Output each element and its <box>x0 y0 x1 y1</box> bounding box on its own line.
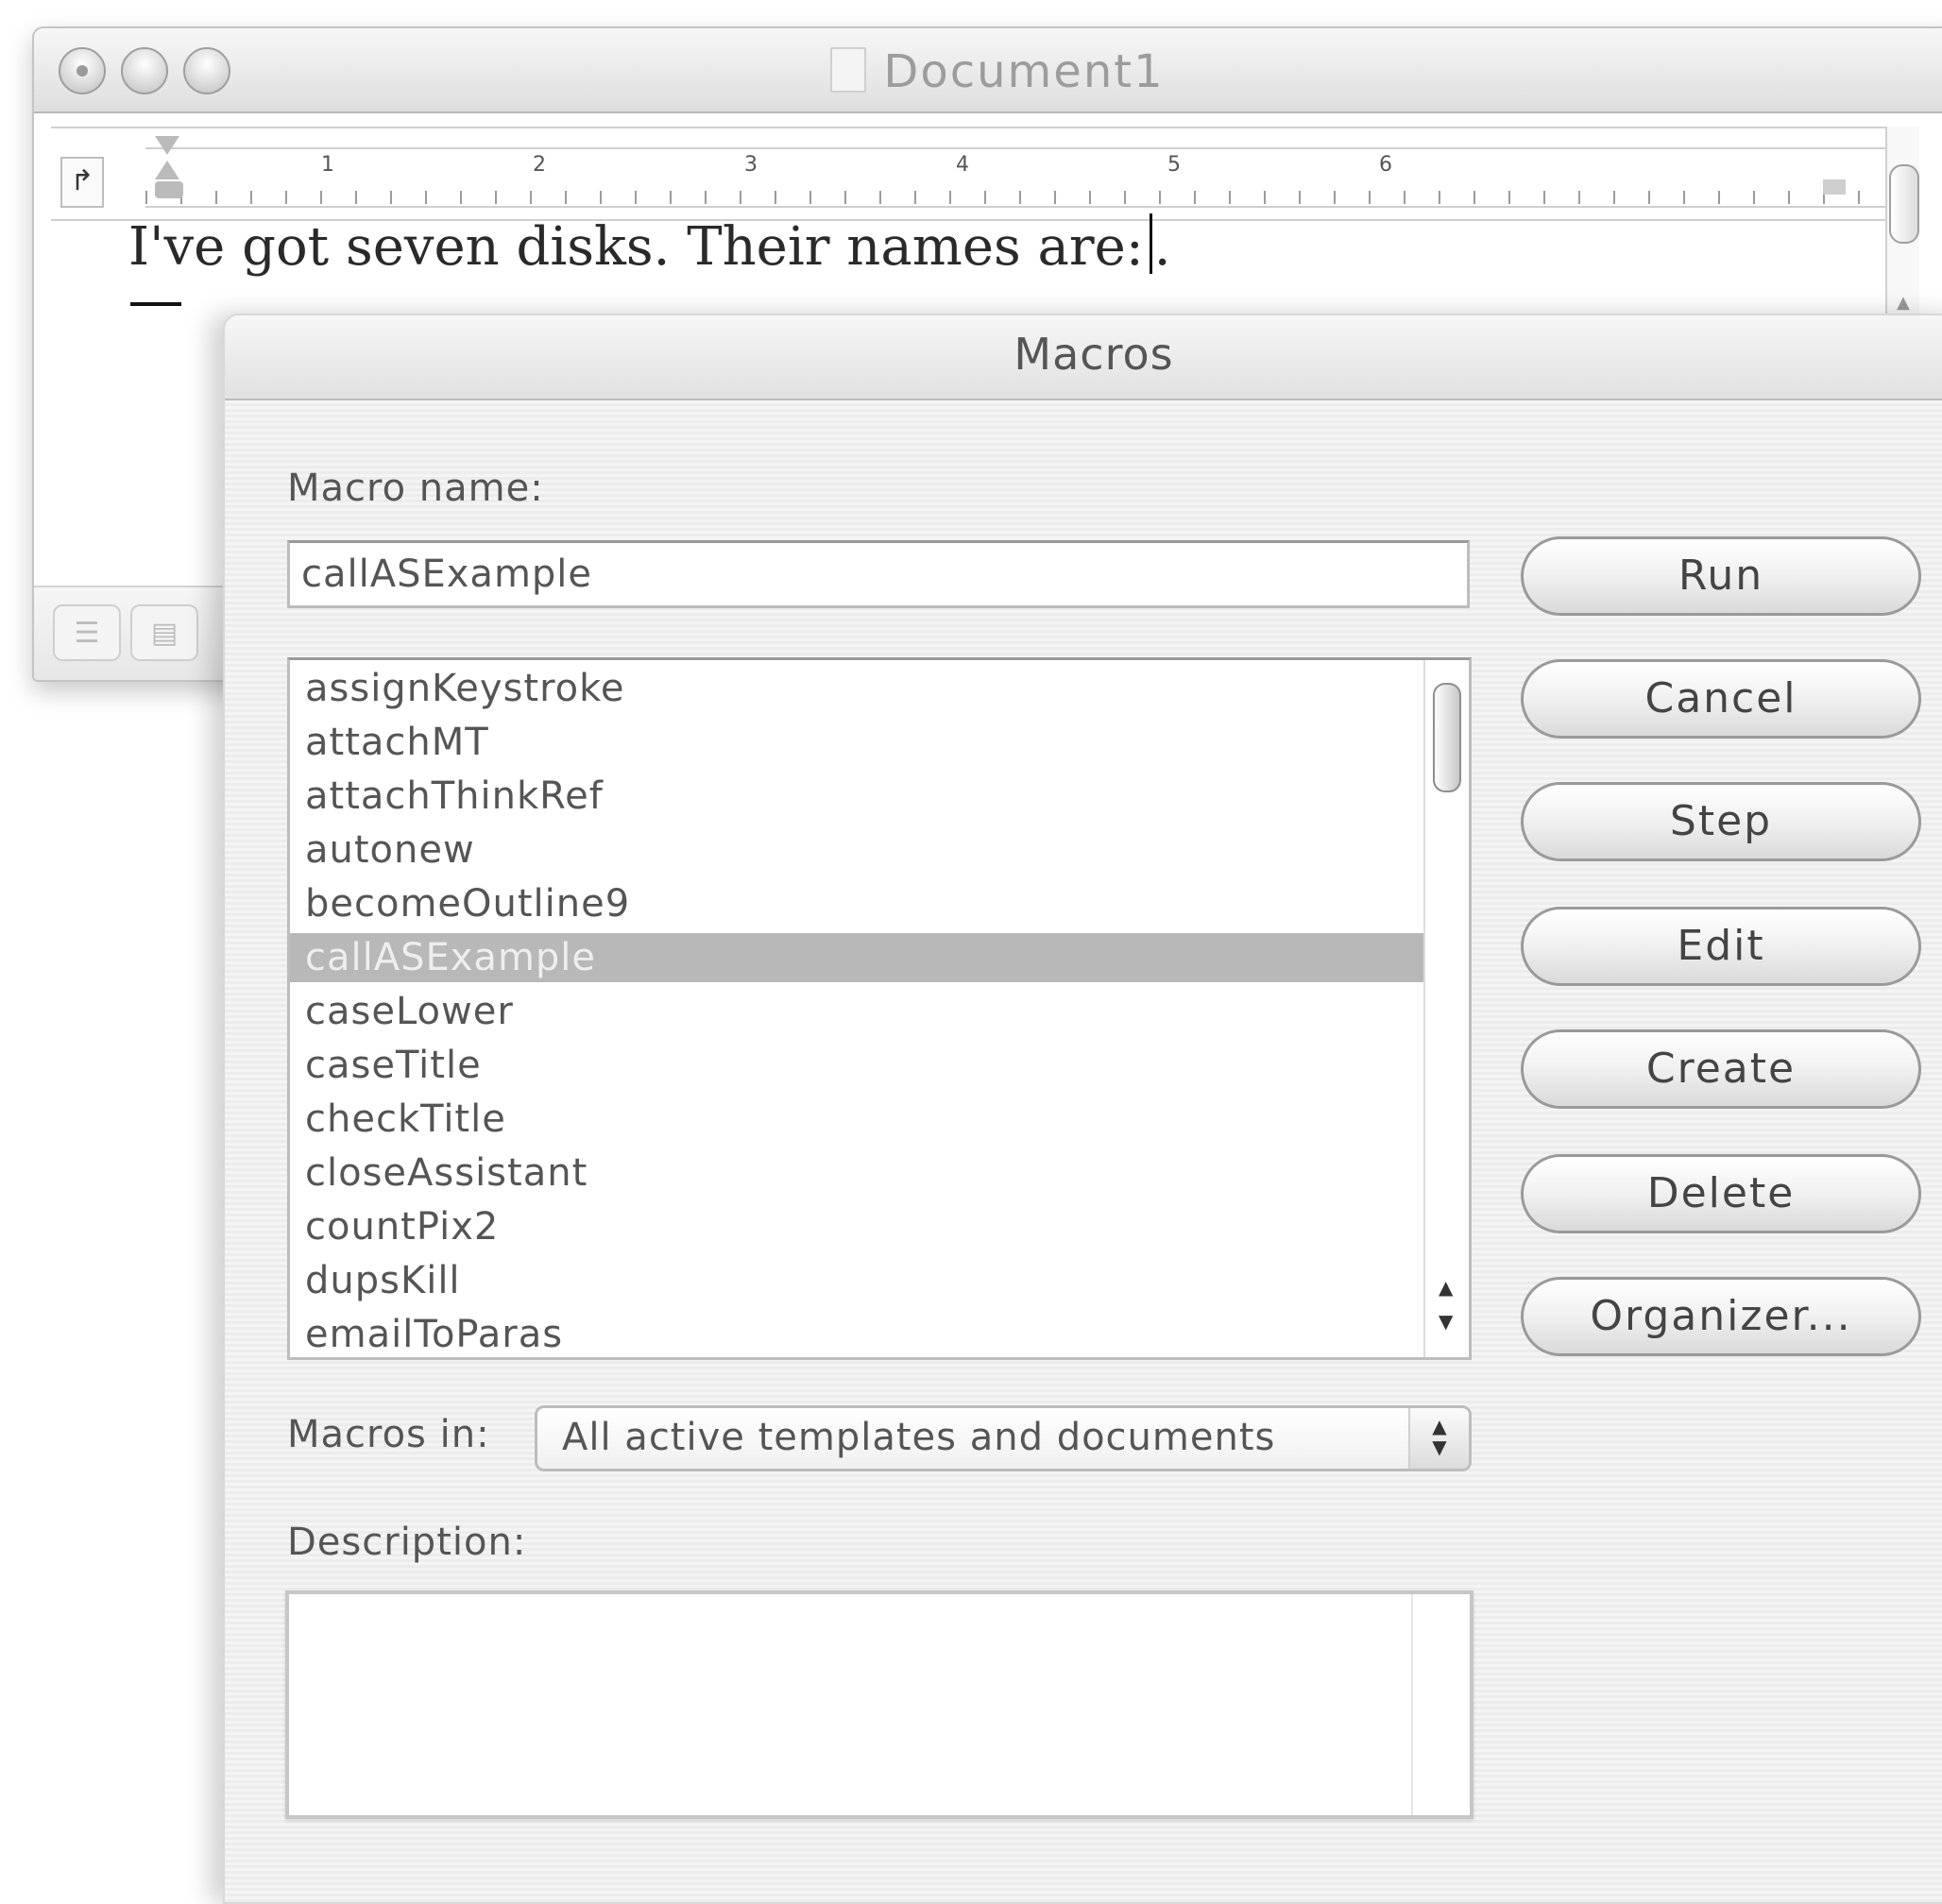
document-titlebar: Document1 <box>34 28 1942 113</box>
macro-list-item[interactable]: caseTitle <box>290 1041 1425 1090</box>
document-proxy-icon <box>830 47 867 93</box>
ruler-number: 1 <box>321 153 334 177</box>
tab-stop-selector-icon[interactable]: ↱ <box>60 157 104 208</box>
macro-list-item[interactable]: checkTitle <box>290 1095 1425 1144</box>
run-button[interactable]: Run <box>1521 536 1921 616</box>
cancel-button[interactable]: Cancel <box>1521 659 1921 739</box>
create-button[interactable]: Create <box>1521 1029 1921 1109</box>
macro-list-item[interactable]: attachMT <box>290 718 1425 767</box>
delete-button[interactable]: Delete <box>1521 1154 1921 1233</box>
dialog-title: Macros <box>1014 329 1174 380</box>
document-title: Document1 <box>34 45 1942 98</box>
outline-view-icon[interactable]: ▤ <box>130 604 198 661</box>
macro-name-label: Macro name: <box>287 467 544 510</box>
macro-list-item[interactable]: callASExample <box>290 933 1425 982</box>
step-button[interactable]: Step <box>1521 782 1921 861</box>
macros-in-value: All active templates and documents <box>562 1416 1276 1459</box>
ruler-number: 3 <box>744 153 758 177</box>
normal-view-icon[interactable]: ☰ <box>53 604 121 661</box>
macro-list-item[interactable]: assignKeystroke <box>290 664 1425 713</box>
macro-name-input[interactable] <box>287 540 1470 608</box>
ruler-number: 5 <box>1167 153 1181 177</box>
macros-dialog: Macros Macro name: assignKeystroke attach… <box>223 314 1942 1904</box>
left-indent-marker-icon[interactable] <box>155 136 183 210</box>
dialog-titlebar: Macros <box>225 315 1942 400</box>
scroll-down-arrow-icon[interactable]: ▼ <box>1439 1310 1453 1333</box>
macro-list-item[interactable]: closeAssistant <box>290 1148 1425 1198</box>
ruler-number: 2 <box>533 153 546 177</box>
right-indent-marker-icon[interactable] <box>1823 166 1846 195</box>
document-body-text[interactable]: I've got seven disks. Their names are:. <box>128 213 1734 278</box>
spelling-underline <box>130 302 181 306</box>
description-divider <box>1411 1594 1413 1815</box>
text-caret <box>1149 213 1152 274</box>
macro-list-item[interactable]: attachThinkRef <box>290 772 1425 821</box>
scroll-thumb[interactable] <box>1433 683 1461 792</box>
ruler-number: 6 <box>1379 153 1392 177</box>
ruler[interactable]: ↱ 1 2 3 4 5 6 <box>51 127 1902 221</box>
organizer-button[interactable]: Organizer... <box>1521 1277 1921 1356</box>
scroll-up-arrow-icon[interactable]: ▲ <box>1897 293 1910 313</box>
macro-list[interactable]: assignKeystroke attachMT attachThinkRef aut… <box>287 657 1472 1360</box>
scroll-up-arrow-icon[interactable]: ▲ <box>1439 1276 1453 1299</box>
scroll-thumb[interactable] <box>1889 164 1919 244</box>
popup-stepper-arrows-icon: ▲ ▼ <box>1408 1408 1469 1469</box>
ruler-number: 4 <box>956 153 969 177</box>
edit-button[interactable]: Edit <box>1521 907 1921 986</box>
macros-in-select[interactable]: All active templates and documents ▲ ▼ <box>535 1405 1472 1471</box>
description-label: Description: <box>287 1521 527 1564</box>
macro-list-item[interactable]: dupsKill <box>290 1256 1425 1305</box>
macro-list-item[interactable]: caseLower <box>290 987 1425 1036</box>
ruler-scale: 1 2 3 4 5 6 <box>145 147 1902 208</box>
macro-list-item[interactable]: becomeOutline9 <box>290 879 1425 928</box>
macro-list-item[interactable]: countPix2 <box>290 1202 1425 1251</box>
macro-list-scrollbar[interactable]: ▲ ▼ <box>1423 660 1469 1357</box>
macros-in-label: Macros in: <box>287 1413 490 1456</box>
macro-list-item[interactable]: autonew <box>290 825 1425 875</box>
macro-list-item[interactable]: emailToParas <box>290 1310 1425 1357</box>
description-box <box>285 1590 1474 1819</box>
